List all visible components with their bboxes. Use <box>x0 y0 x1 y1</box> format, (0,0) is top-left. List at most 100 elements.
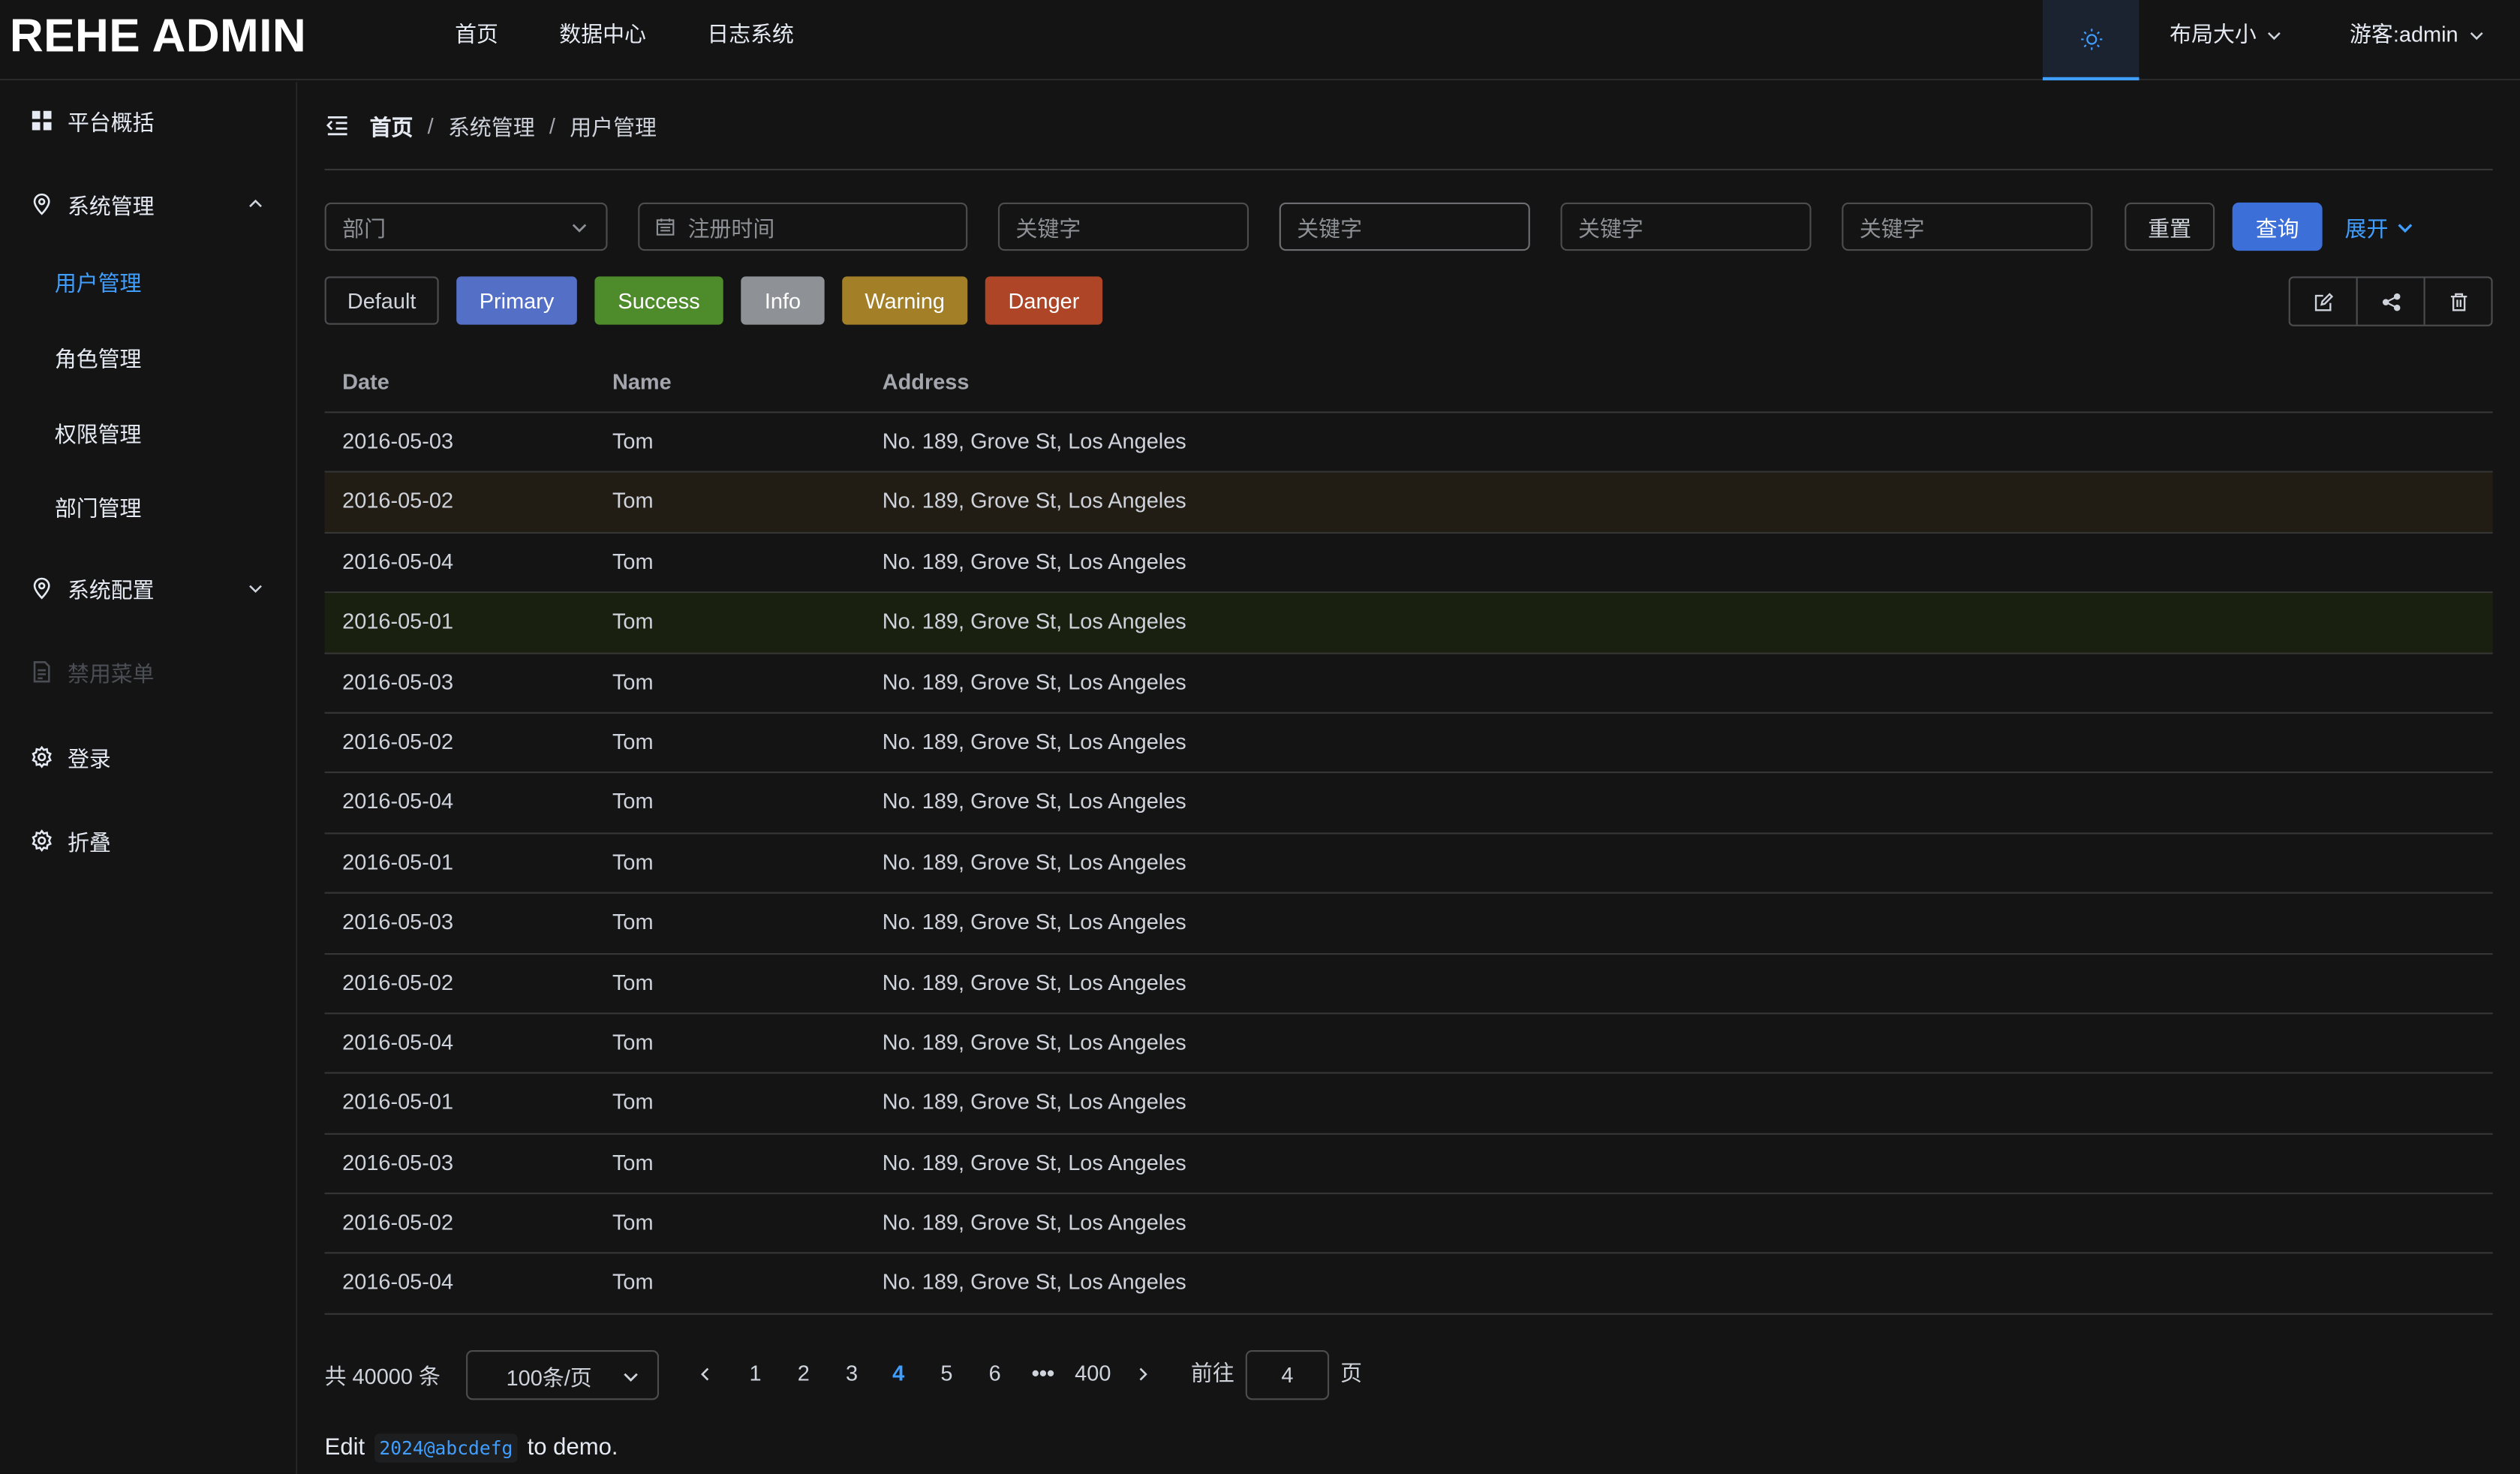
primary-button[interactable]: Primary <box>456 276 577 325</box>
page-size-value: 100条/页 <box>506 1365 592 1390</box>
sidebar: 平台概括 系统管理 用户管理 角色管理 权限管理 部门管理 系统配置 禁用菜单 <box>0 82 298 1474</box>
cell-name: Tom <box>612 970 654 994</box>
breadcrumb-home[interactable]: 首页 <box>370 110 413 142</box>
menu-fold-icon[interactable] <box>325 113 350 138</box>
page-size-select[interactable]: 100条/页 <box>466 1349 660 1400</box>
sidebar-item-system-config[interactable]: 系统配置 <box>0 564 297 612</box>
page-6[interactable]: 6 <box>979 1350 1011 1398</box>
table-row[interactable]: 2016-05-01 Tom No. 189, Grove St, Los Ange… <box>324 1074 2493 1135</box>
department-select[interactable]: 部门 <box>324 202 608 251</box>
cell-name: Tom <box>612 549 654 574</box>
table-row[interactable]: 2016-05-03 Tom No. 189, Grove St, Los Ange… <box>324 413 2493 474</box>
sidebar-item-collapse[interactable]: 折叠 <box>0 817 297 865</box>
chevron-down-icon <box>572 224 587 233</box>
keyword-placeholder: 关键字 <box>1015 217 1081 242</box>
layout-size-label: 布局大小 <box>2170 22 2257 47</box>
sidebar-item-system-management[interactable]: 系统管理 <box>0 180 297 228</box>
page-4-current[interactable]: 4 <box>883 1350 915 1398</box>
top-nav: 首页 数据中心 日志系统 <box>455 0 855 80</box>
topnav-home[interactable]: 首页 <box>455 0 498 71</box>
page-1[interactable]: 1 <box>739 1350 771 1398</box>
table-row[interactable]: 2016-05-04 Tom No. 189, Grove St, Los Ange… <box>324 1014 2493 1075</box>
sidebar-item-overview[interactable]: 平台概括 <box>0 96 297 144</box>
keyword-placeholder: 关键字 <box>1859 217 1925 242</box>
breadcrumb-system-management: 系统管理 <box>448 116 535 140</box>
breadcrumb-separator: / <box>549 113 555 138</box>
page-5[interactable]: 5 <box>931 1350 963 1398</box>
table-row[interactable]: 2016-05-01 Tom No. 189, Grove St, Los Ange… <box>324 593 2493 654</box>
expand-toggle[interactable]: 展开 <box>2345 203 2414 251</box>
info-button[interactable]: Info <box>741 276 825 325</box>
cell-name: Tom <box>612 850 654 874</box>
gear-icon <box>31 829 53 853</box>
sidebar-subitem-role-management[interactable]: 角色管理 <box>55 341 142 379</box>
reset-button[interactable]: 重置 <box>2125 202 2215 251</box>
cell-address: No. 189, Grove St, Los Angeles <box>882 1210 1186 1235</box>
keyword-input-2[interactable]: 关键字 <box>1279 202 1530 251</box>
table-row[interactable]: 2016-05-02 Tom No. 189, Grove St, Los Ange… <box>324 473 2493 534</box>
page-2[interactable]: 2 <box>787 1350 819 1398</box>
page-ellipsis[interactable]: ••• <box>1027 1350 1059 1398</box>
sidebar-item-label: 折叠 <box>67 831 111 856</box>
cell-name: Tom <box>612 790 654 814</box>
register-time-picker[interactable]: 注册时间 <box>638 202 968 251</box>
success-button[interactable]: Success <box>594 276 723 325</box>
table-row[interactable]: 2016-05-04 Tom No. 189, Grove St, Los Ange… <box>324 774 2493 834</box>
cell-address: No. 189, Grove St, Los Angeles <box>882 549 1186 574</box>
keyword-input-1[interactable]: 关键字 <box>997 202 1249 251</box>
cell-date: 2016-05-03 <box>342 1150 454 1175</box>
danger-button[interactable]: Danger <box>985 276 1103 325</box>
goto-label: 前往 <box>1190 1361 1234 1386</box>
layout-size-dropdown[interactable]: 布局大小 <box>2170 0 2282 71</box>
topnav-log-system[interactable]: 日志系统 <box>707 0 794 71</box>
cell-date: 2016-05-01 <box>342 1090 454 1115</box>
next-page-icon[interactable] <box>1135 1366 1150 1382</box>
chevron-down-icon <box>249 585 262 593</box>
delete-button[interactable] <box>2425 278 2491 324</box>
prev-page-icon[interactable] <box>697 1366 713 1382</box>
page-400[interactable]: 400 <box>1070 1350 1115 1398</box>
cell-address: No. 189, Grove St, Los Angeles <box>882 850 1186 874</box>
share-icon <box>2381 292 2400 311</box>
warning-button[interactable]: Warning <box>842 276 968 325</box>
cell-name: Tom <box>612 1030 654 1054</box>
sidebar-subitem-permission-management[interactable]: 权限管理 <box>55 417 142 455</box>
page-3[interactable]: 3 <box>836 1350 868 1398</box>
user-dropdown[interactable]: 游客:admin <box>2350 0 2484 71</box>
table-row[interactable]: 2016-05-02 Tom No. 189, Grove St, Los Ange… <box>324 714 2493 774</box>
cell-date: 2016-05-04 <box>342 1270 454 1295</box>
table-row[interactable]: 2016-05-02 Tom No. 189, Grove St, Los Ange… <box>324 1194 2493 1255</box>
cell-name: Tom <box>612 489 654 514</box>
sidebar-item-label: 系统管理 <box>67 194 155 219</box>
topnav-data-center[interactable]: 数据中心 <box>559 0 646 71</box>
column-header-address[interactable]: Address <box>883 370 970 394</box>
keyword-input-4[interactable]: 关键字 <box>1842 202 2093 251</box>
share-button[interactable] <box>2358 278 2425 325</box>
column-header-name[interactable]: Name <box>612 370 672 394</box>
table-row[interactable]: 2016-05-02 Tom No. 189, Grove St, Los Ange… <box>324 954 2493 1015</box>
table-row[interactable]: 2016-05-04 Tom No. 189, Grove St, Los Ange… <box>324 1254 2493 1315</box>
query-button[interactable]: 查询 <box>2232 202 2323 251</box>
department-placeholder: 部门 <box>342 217 386 242</box>
table-row[interactable]: 2016-05-03 Tom No. 189, Grove St, Los Ange… <box>324 654 2493 714</box>
column-header-date[interactable]: Date <box>342 370 389 394</box>
cell-date: 2016-05-01 <box>342 609 454 634</box>
table-row[interactable]: 2016-05-03 Tom No. 189, Grove St, Los Ange… <box>324 1134 2493 1195</box>
table-row[interactable]: 2016-05-03 Tom No. 189, Grove St, Los Ange… <box>324 894 2493 955</box>
cell-address: No. 189, Grove St, Los Angeles <box>882 970 1186 994</box>
cell-address: No. 189, Grove St, Los Angeles <box>882 1090 1186 1115</box>
cell-name: Tom <box>612 1150 654 1175</box>
goto-page-input[interactable]: 4 <box>1245 1349 1330 1400</box>
default-button[interactable]: Default <box>324 276 439 325</box>
table-row[interactable]: 2016-05-01 Tom No. 189, Grove St, Los Ange… <box>324 834 2493 894</box>
sidebar-item-label: 系统配置 <box>67 578 155 603</box>
table-row[interactable]: 2016-05-04 Tom No. 189, Grove St, Los Ange… <box>324 534 2493 594</box>
keyword-input-3[interactable]: 关键字 <box>1560 202 1812 251</box>
sidebar-subitem-user-management[interactable]: 用户管理 <box>55 265 142 303</box>
goto-page-value: 4 <box>1281 1363 1294 1388</box>
sidebar-item-login[interactable]: 登录 <box>0 733 297 781</box>
sidebar-subitem-department-management[interactable]: 部门管理 <box>55 490 142 528</box>
cell-name: Tom <box>612 729 654 754</box>
edit-button[interactable] <box>2290 278 2358 325</box>
theme-toggle-button[interactable] <box>2042 0 2140 81</box>
